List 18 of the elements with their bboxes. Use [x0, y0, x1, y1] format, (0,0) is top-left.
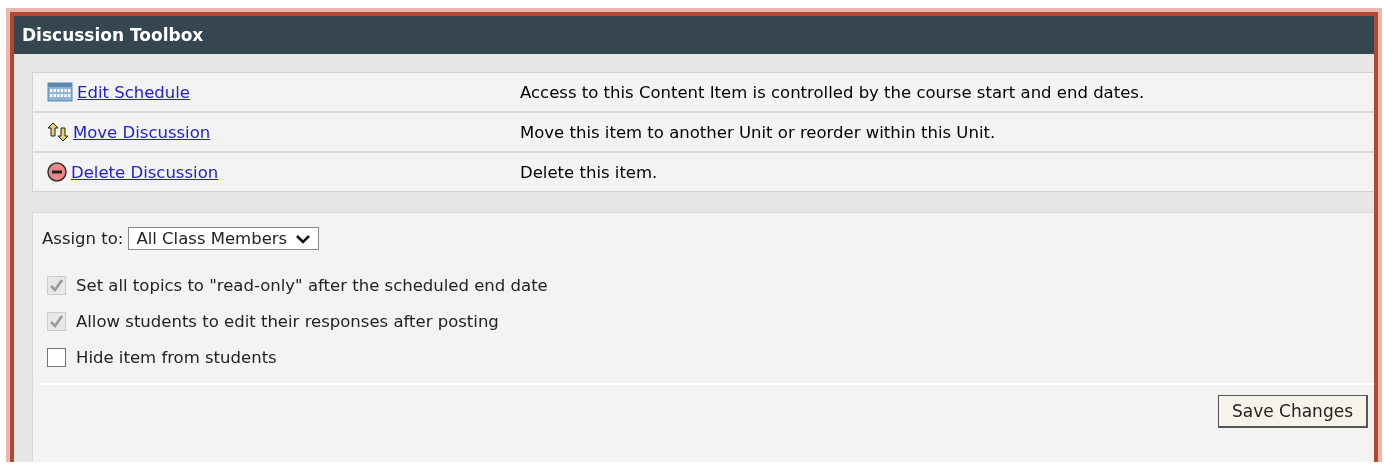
window-title: Discussion Toolbox	[14, 16, 1374, 54]
action-description: Move this item to another Unit or reorder within this Unit.	[520, 122, 996, 142]
checkbox[interactable]	[47, 348, 66, 367]
assign-dropdown[interactable]: All Class Members	[128, 227, 320, 250]
action-description: Delete this item.	[520, 162, 658, 182]
arrows-icon	[47, 122, 69, 142]
delete-icon	[47, 162, 67, 182]
assign-label: Assign to:	[42, 229, 124, 248]
action-description: Access to this Content Item is controlled by the course start and end dates.	[520, 82, 1145, 102]
action-link[interactable]: Move Discussion	[73, 122, 211, 142]
checkbox-label: Hide item from students	[76, 348, 277, 367]
calendar-icon	[47, 82, 73, 102]
checkbox-label: Allow students to edit their responses after posting	[76, 312, 499, 331]
save-button[interactable]: Save Changes	[1217, 395, 1368, 428]
action-link[interactable]: Delete Discussion	[71, 162, 219, 182]
action-link[interactable]: Edit Schedule	[77, 82, 191, 102]
checkbox-label: Set all topics to "read-only" after the scheduled end date	[76, 276, 548, 295]
chevron-icon	[295, 232, 312, 245]
